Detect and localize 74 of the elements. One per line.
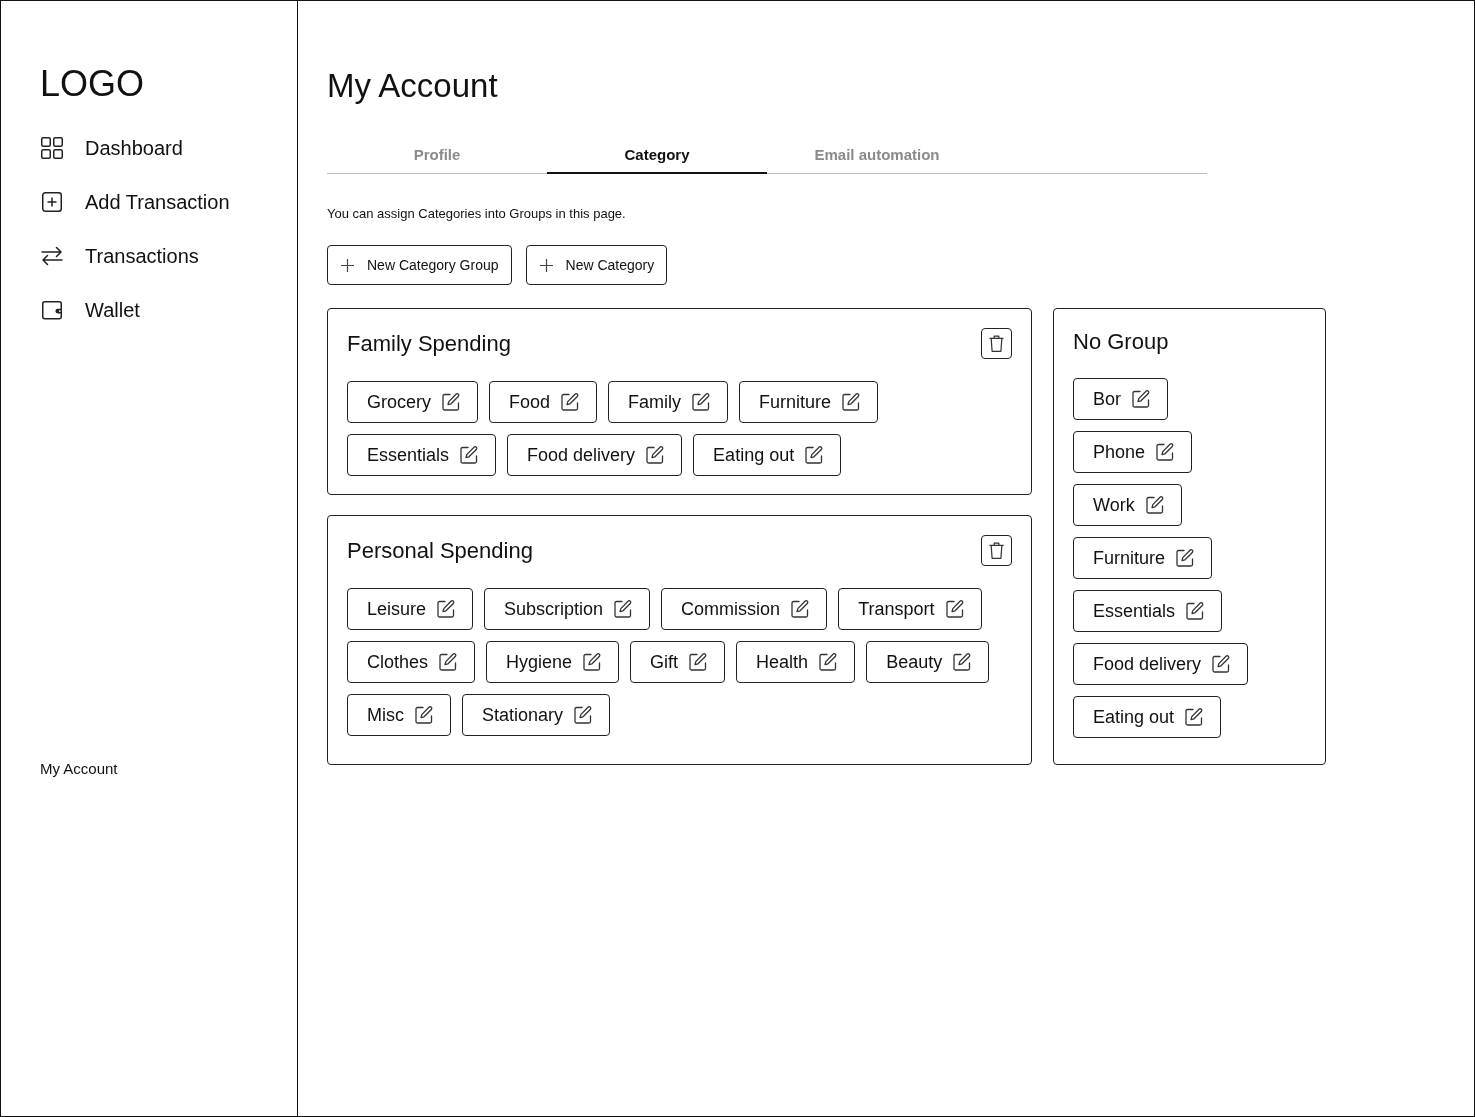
plus-square-icon [41, 191, 63, 213]
tab[interactable]: Category [547, 136, 767, 174]
delete-group-button[interactable] [981, 535, 1012, 566]
group-title: No Group [1073, 328, 1169, 356]
category-chip[interactable]: Misc [347, 694, 451, 736]
nav-link[interactable]: Add Transaction [40, 186, 230, 218]
group-title: Family Spending [347, 329, 511, 358]
edit-icon [805, 446, 824, 464]
nav-link[interactable]: Dashboard [40, 132, 183, 164]
edit-icon [561, 393, 580, 411]
edit-icon [442, 393, 460, 411]
nav-link[interactable]: Transactions [40, 240, 199, 272]
group-title: Personal Spending [347, 536, 533, 565]
edit-icon [614, 600, 633, 618]
category-chip[interactable]: Grocery [347, 381, 478, 423]
category-chip[interactable]: Health [736, 641, 856, 683]
category-chip[interactable]: Phone [1073, 431, 1193, 473]
category-chip[interactable]: Eating out [693, 434, 842, 476]
trash-icon [989, 335, 1004, 352]
plus-icon [539, 258, 553, 272]
edit-icon [692, 393, 711, 411]
category-chip[interactable]: Food delivery [507, 434, 683, 476]
edit-icon [437, 600, 456, 618]
category-chip[interactable]: Food delivery [1073, 643, 1249, 685]
category-chip[interactable]: Furniture [1073, 537, 1213, 579]
edit-icon [439, 653, 458, 671]
category-chip[interactable]: Furniture [739, 381, 879, 423]
category-chip[interactable]: Beauty [866, 641, 990, 683]
category-chip[interactable]: Leisure [347, 588, 474, 630]
category-chip[interactable]: Bor [1073, 378, 1168, 420]
new-group-button[interactable]: New Category Group [327, 245, 512, 285]
wallet-icon [41, 299, 63, 321]
category-chip[interactable]: Gift [630, 641, 726, 683]
category-chip[interactable]: Eating out [1073, 696, 1222, 738]
category-chip[interactable]: Essentials [1073, 590, 1223, 632]
edit-icon [415, 706, 433, 724]
category-chip[interactable]: Clothes [347, 641, 476, 683]
trash-icon [989, 542, 1004, 559]
category-chip[interactable]: Family [608, 381, 729, 423]
edit-icon [1176, 549, 1195, 567]
grid-icon [41, 137, 63, 159]
edit-icon [1145, 496, 1164, 514]
description-text: You can assign Categories into Groups in this page. [327, 205, 626, 223]
edit-icon [945, 600, 964, 618]
edit-icon [574, 706, 593, 724]
edit-icon [953, 653, 972, 671]
edit-icon [1186, 602, 1205, 620]
edit-icon [460, 446, 479, 464]
plus-icon [341, 258, 354, 272]
edit-icon [819, 653, 838, 671]
category-chip[interactable]: Stationary [462, 694, 611, 736]
edit-icon [583, 653, 602, 671]
category-chip[interactable]: Food [489, 381, 598, 423]
edit-icon [689, 653, 708, 671]
page-title: My Account [327, 66, 498, 106]
category-chip[interactable]: Hygiene [486, 641, 620, 683]
category-chip[interactable]: Commission [661, 588, 828, 630]
logo: LOGO [40, 62, 145, 106]
swap-arrows-icon [41, 245, 63, 267]
delete-group-button[interactable] [981, 328, 1012, 359]
edit-icon [1185, 708, 1204, 726]
edit-icon [1132, 390, 1150, 408]
account-link[interactable]: My Account [40, 759, 118, 779]
edit-icon [791, 600, 810, 618]
edit-icon [1212, 655, 1231, 673]
edit-icon [1156, 443, 1175, 461]
edit-icon [646, 446, 665, 464]
category-chip[interactable]: Essentials [347, 434, 497, 476]
category-chip[interactable]: Transport [838, 588, 982, 630]
nav-link[interactable]: Wallet [40, 294, 140, 326]
category-chip[interactable]: Work [1073, 484, 1182, 526]
category-chip[interactable]: Subscription [484, 588, 651, 630]
edit-icon [842, 393, 861, 411]
new-category-button[interactable]: New Category [525, 245, 668, 285]
